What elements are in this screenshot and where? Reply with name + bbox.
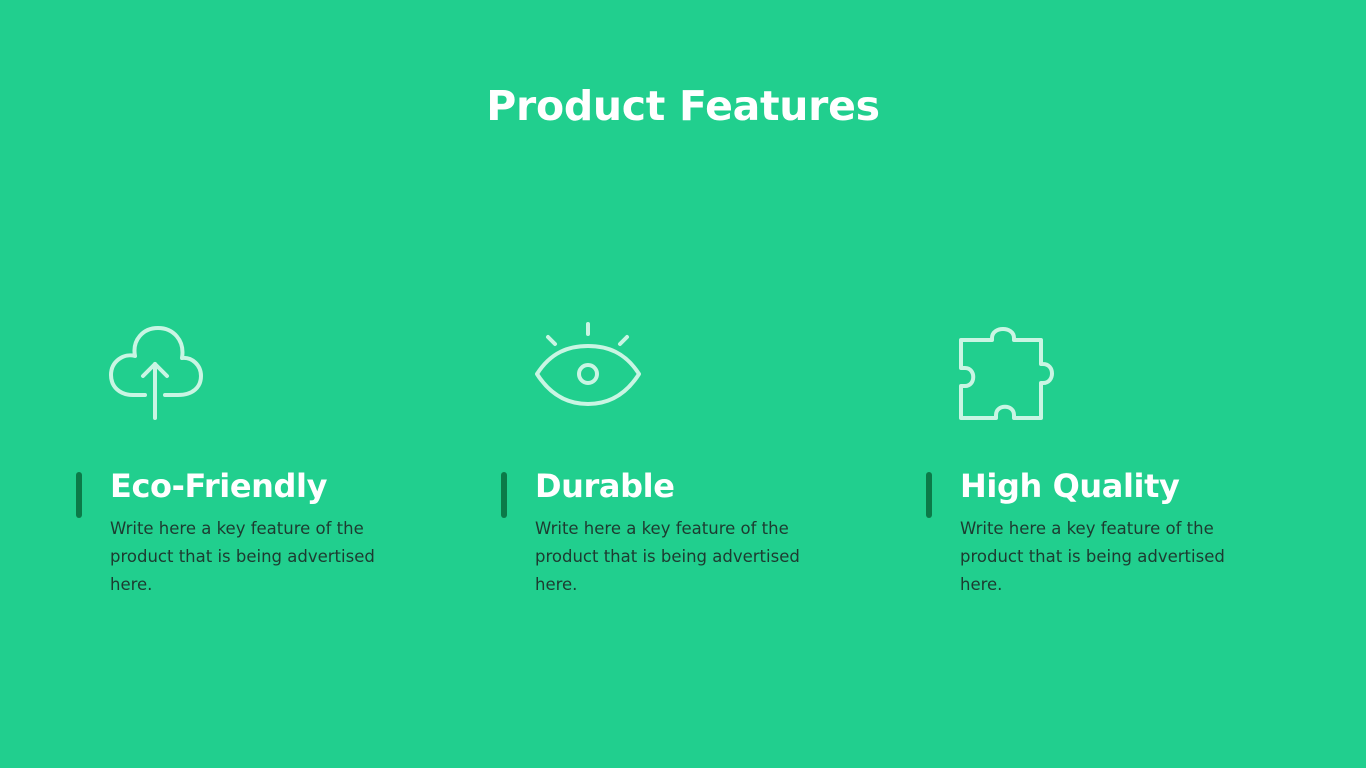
accent-bar	[926, 472, 932, 518]
puzzle-piece-icon	[958, 320, 1068, 424]
feature-heading: High Quality	[960, 467, 1180, 505]
feature-card-eco-friendly: Eco-Friendly Write here a key feature of…	[76, 320, 406, 610]
slide: Product Features Eco-Friendly Write here…	[0, 0, 1366, 768]
feature-heading: Eco-Friendly	[110, 467, 328, 505]
feature-heading: Durable	[535, 467, 675, 505]
feature-description: Write here a key feature of the product …	[110, 519, 375, 594]
feature-description: Write here a key feature of the product …	[535, 519, 800, 594]
feature-description: Write here a key feature of the product …	[960, 519, 1225, 594]
cloud-upload-icon	[108, 320, 218, 424]
page-title: Product Features	[486, 82, 880, 130]
feature-card-high-quality: High Quality Write here a key feature of…	[926, 320, 1256, 610]
accent-bar	[76, 472, 82, 518]
eye-icon	[533, 320, 643, 424]
accent-bar	[501, 472, 507, 518]
feature-card-durable: Durable Write here a key feature of the …	[501, 320, 831, 610]
